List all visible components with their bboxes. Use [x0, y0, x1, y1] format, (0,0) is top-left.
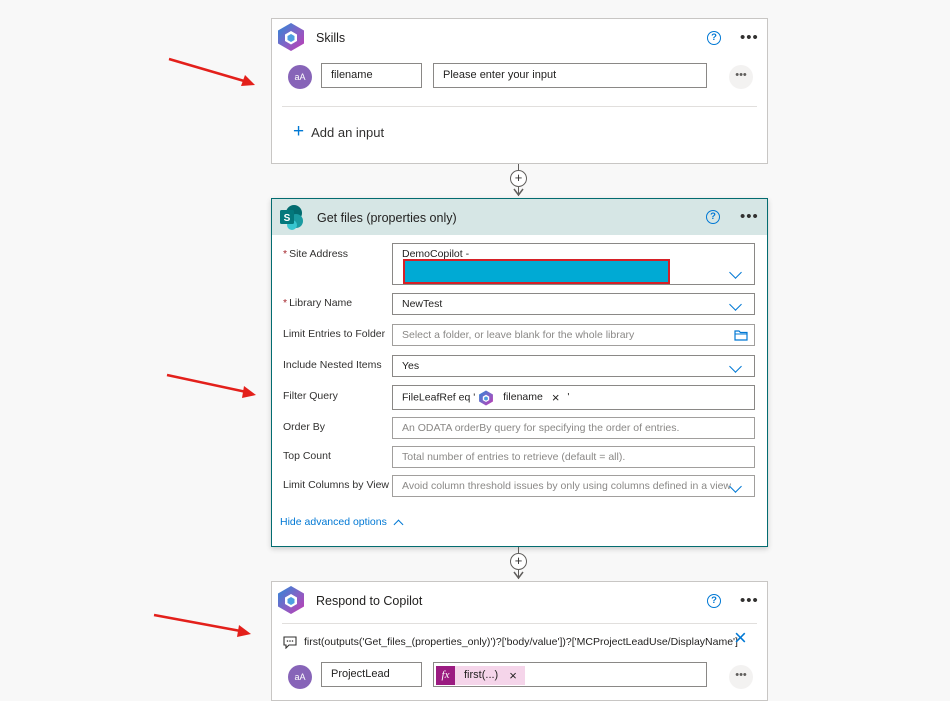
limit-entries-placeholder: Select a folder, or leave blank for the … — [402, 329, 635, 341]
output-name-field[interactable]: ProjectLead — [321, 662, 422, 687]
hide-advanced-label: Hide advanced options — [280, 516, 387, 528]
output-row-more-button[interactable]: ••• — [729, 665, 753, 689]
hide-advanced-options-link[interactable]: Hide advanced options — [280, 516, 404, 529]
help-icon[interactable]: ? — [707, 31, 721, 45]
respond-divider — [282, 623, 757, 624]
chevron-down-icon[interactable] — [729, 480, 742, 493]
filename-token-label: filename — [503, 391, 543, 403]
input-value-field[interactable]: Please enter your input — [433, 63, 707, 88]
site-address-dropdown[interactable]: DemoCopilot - — [392, 243, 755, 285]
insert-step-button[interactable]: + — [510, 170, 527, 187]
input-name-field[interactable]: filename — [321, 63, 422, 88]
remove-token-icon[interactable]: × — [509, 666, 517, 685]
required-marker: * — [283, 297, 288, 309]
insert-step-button[interactable]: + — [510, 553, 527, 570]
respond-header[interactable]: Respond to Copilot ? ••• — [272, 582, 767, 620]
respond-title: Respond to Copilot — [316, 594, 423, 608]
limit-entries-field[interactable]: Select a folder, or leave blank for the … — [392, 324, 755, 346]
get-files-title: Get files (properties only) — [317, 211, 457, 225]
flow-arrow-icon — [513, 571, 524, 580]
top-count-label: Top Count — [283, 450, 331, 462]
skills-card: Skills ? ••• aA filename Please enter yo… — [271, 18, 768, 164]
help-icon[interactable]: ? — [707, 594, 721, 608]
annotation-arrow-filter-query — [166, 373, 256, 398]
remove-token-icon[interactable]: × — [552, 386, 560, 409]
limit-columns-placeholder: Avoid column threshold issues by only us… — [402, 480, 731, 492]
include-nested-value: Yes — [402, 360, 420, 372]
limit-entries-label: Limit Entries to Folder — [283, 328, 386, 340]
chevron-down-icon[interactable] — [729, 360, 742, 373]
add-icon: + — [293, 121, 305, 142]
close-icon[interactable]: × — [734, 627, 747, 649]
text-input-type-avatar: aA — [288, 65, 312, 89]
library-name-label: * Library Name — [283, 297, 352, 309]
more-options-icon[interactable]: ••• — [740, 209, 759, 224]
include-nested-label: Include Nested Items — [283, 359, 382, 371]
chevron-up-icon — [393, 519, 404, 529]
order-by-field[interactable]: An ODATA orderBy query for specifying th… — [392, 417, 755, 439]
library-name-dropdown[interactable]: NewTest — [392, 293, 755, 315]
redacted-site-url — [403, 259, 670, 284]
annotation-arrow-skills — [168, 57, 255, 86]
output-value-field[interactable]: fx first(...) × — [433, 662, 707, 687]
help-icon[interactable]: ? — [706, 210, 720, 224]
library-name-label-text: Library Name — [289, 297, 353, 309]
text-output-type-avatar: aA — [288, 665, 312, 689]
copilot-logo-icon — [479, 390, 494, 405]
skills-header[interactable]: Skills ? ••• — [272, 19, 767, 57]
site-address-label-text: Site Address — [289, 248, 349, 260]
required-marker: * — [283, 248, 288, 260]
expression-text: first(outputs('Get_files_(properties_onl… — [304, 636, 738, 648]
include-nested-dropdown[interactable]: Yes — [392, 355, 755, 377]
flow-arrow-icon — [513, 188, 524, 197]
get-files-card: S Get files (properties only) ? ••• * Sit… — [271, 198, 768, 547]
expression-token[interactable]: fx first(...) × — [436, 665, 525, 685]
skills-divider — [282, 106, 757, 107]
folder-icon[interactable] — [734, 329, 748, 341]
site-address-label: * Site Address — [283, 248, 348, 260]
limit-columns-dropdown[interactable]: Avoid column threshold issues by only us… — [392, 475, 755, 497]
order-by-label: Order By — [283, 421, 326, 433]
library-name-value: NewTest — [402, 298, 443, 310]
chevron-down-icon[interactable] — [729, 298, 742, 311]
filter-query-label: Filter Query — [283, 390, 338, 402]
more-options-icon[interactable]: ••• — [740, 593, 759, 608]
input-row-more-button[interactable]: ••• — [729, 65, 753, 89]
sharepoint-letter: S — [284, 213, 291, 224]
fx-icon: fx — [436, 665, 455, 685]
filter-query-prefix: FileLeafRef eq ' — [402, 391, 476, 404]
annotation-arrow-respond — [153, 613, 251, 637]
chevron-down-icon[interactable] — [729, 266, 742, 279]
filter-query-field[interactable]: FileLeafRef eq ' filename × ' — [392, 385, 755, 410]
more-options-icon[interactable]: ••• — [740, 30, 759, 45]
get-files-header[interactable]: S Get files (properties only) ? ••• — [272, 199, 767, 235]
respond-to-copilot-card: Respond to Copilot ? ••• first(outputs('… — [271, 581, 768, 701]
sharepoint-icon: S — [280, 205, 303, 230]
add-input-label: Add an input — [311, 124, 385, 140]
copilot-logo-icon — [278, 23, 304, 51]
filter-query-suffix: ' — [567, 391, 570, 404]
skills-title: Skills — [316, 31, 346, 45]
expression-token-label: first(...) — [464, 668, 499, 681]
limit-columns-label: Limit Columns by View — [283, 479, 390, 491]
filename-token[interactable]: filename × — [478, 386, 559, 409]
add-input-button[interactable]: + Add an input — [293, 121, 385, 142]
comment-icon — [283, 636, 297, 649]
top-count-field[interactable]: Total number of entries to retrieve (def… — [392, 446, 755, 468]
copilot-logo-icon — [278, 586, 304, 614]
